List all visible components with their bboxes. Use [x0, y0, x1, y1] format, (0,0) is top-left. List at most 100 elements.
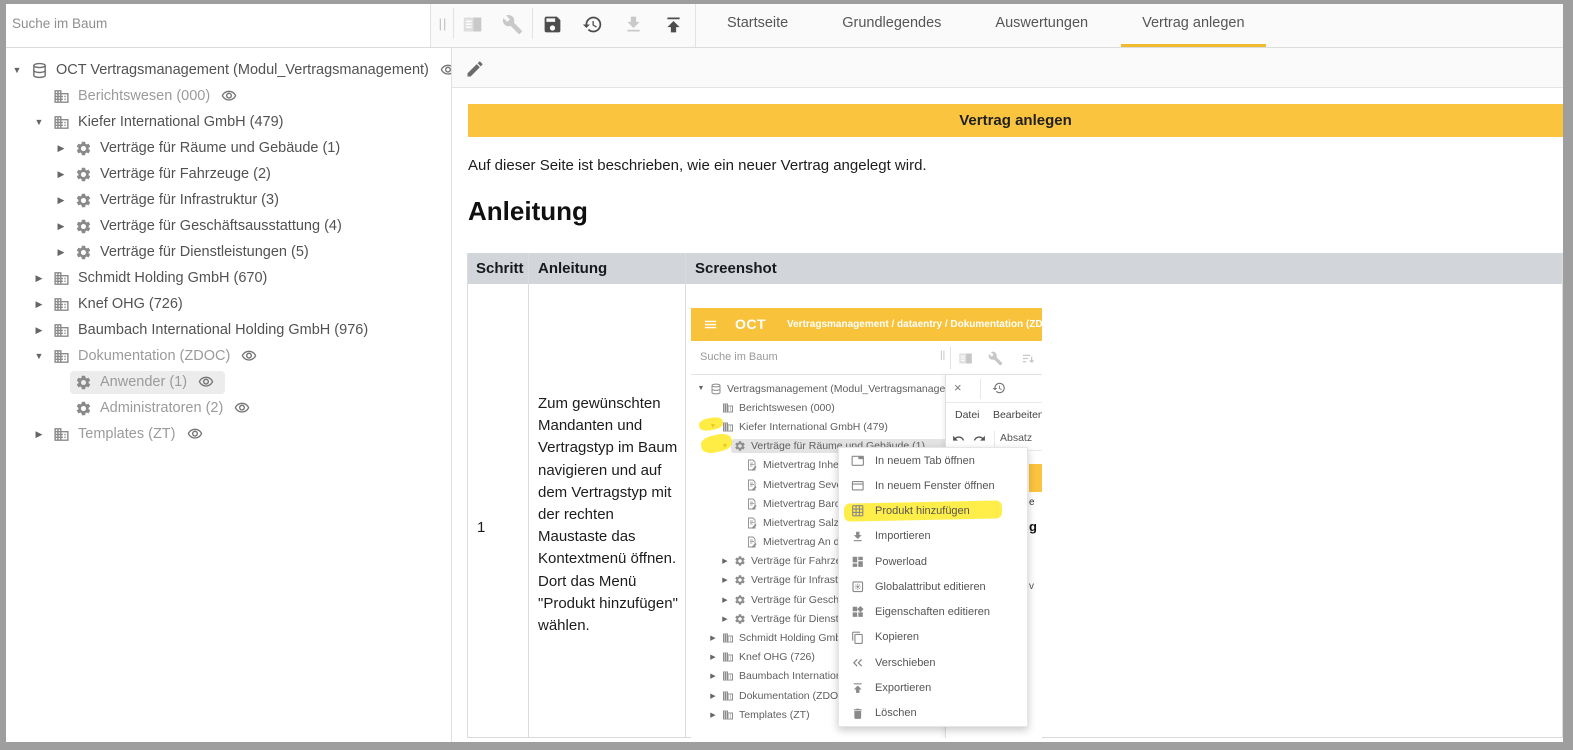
chevron-right-icon[interactable]: ▶ — [30, 325, 48, 336]
chevron-down-icon[interactable]: ▼ — [30, 117, 48, 127]
embed-app-header: OCT Vertragsmanagement / dataentry / Dok… — [691, 308, 1042, 341]
eye-icon[interactable] — [195, 374, 217, 390]
chevron-right-icon[interactable]: ▶ — [30, 429, 48, 440]
chevron-down-icon: ▼ — [695, 385, 707, 392]
sidebar-tree-item-oct-vertragsmanagement-modul-vertragsmanagement[interactable]: ▼OCT Vertragsmanagement (Modul_Vertragsm… — [0, 57, 451, 83]
embed-tree-item-content: Mietvertrag Salzs — [743, 516, 848, 530]
embed-context-menu-item-verschieben: Verschieben — [839, 650, 1027, 675]
building-icon — [50, 114, 72, 131]
chevron-right-icon[interactable]: ▶ — [52, 221, 70, 232]
edit-page-button[interactable] — [462, 56, 488, 82]
pencil-icon — [465, 59, 485, 79]
sidebar-tree-item-baumbach-international-holding-gmbh-976[interactable]: ▶Baumbach International Holding GmbH (97… — [0, 317, 451, 343]
embed-context-menu-item-importieren: Importieren — [839, 524, 1027, 549]
sidebar-tree-item-knef-ohg-726[interactable]: ▶ Knef OHG (726) — [0, 291, 451, 317]
sidebar-tree-item-verträge-für-dienstleistungen-5[interactable]: ▶ Verträge für Dienstleistungen (5) — [0, 239, 451, 265]
sidebar-tree-item-verträge-für-räume-und-gebäude-1[interactable]: ▶Verträge für Räume und Gebäude (1) — [0, 135, 451, 161]
hamburger-icon — [701, 317, 719, 332]
form-panel-button — [455, 7, 489, 41]
sidebar-tree-item-verträge-für-geschäftsausstattung-4[interactable]: ▶Verträge für Geschäftsausstattung (4) — [0, 213, 451, 239]
embed-context-menu-label: Verschieben — [875, 657, 936, 669]
sidebar-tree-item-administratoren-2[interactable]: Administratoren (2) — [0, 395, 451, 421]
toolbar-divider — [532, 8, 533, 39]
sidebar-tree-item-verträge-für-fahrzeuge-2[interactable]: ▶Verträge für Fahrzeuge (2) — [0, 161, 451, 187]
chevron-right-icon[interactable]: ▶ — [30, 273, 48, 284]
sidebar-tree-item-kiefer-international-gmbh-479[interactable]: ▼Kiefer International GmbH (479) — [0, 109, 451, 135]
eye-icon[interactable] — [231, 400, 253, 416]
tree-item-content: Templates (ZT) — [48, 423, 214, 446]
building-icon — [720, 402, 735, 414]
embed-tree-item-content: Vertragsmanagement (Modul_Vertragsmanage… — [707, 382, 945, 396]
gear-icon — [732, 555, 747, 567]
embed-text-fragment: g — [1029, 519, 1037, 534]
building-icon — [720, 670, 735, 682]
undo-icon — [952, 432, 965, 445]
building-icon — [50, 322, 72, 339]
tree-item-label: Knef OHG (726) — [78, 296, 183, 312]
embed-panel-divider — [994, 431, 995, 447]
embed-text-fragment: v — [1029, 581, 1034, 592]
eye-icon[interactable] — [437, 62, 452, 78]
embed-tree-item-label: Knef OHG (726) — [739, 651, 815, 663]
contract-icon — [744, 536, 759, 548]
gear-icon — [732, 574, 747, 586]
embed-text-fragment: e — [1029, 497, 1035, 508]
tree-item-label: Verträge für Dienstleistungen (5) — [100, 244, 309, 260]
sidebar-tree-item-dokumentation-zdoc[interactable]: ▼Dokumentation (ZDOC) — [0, 343, 451, 369]
embed-tree-item-berichtswesen-000: Berichtswesen (000) — [691, 398, 945, 417]
eye-icon[interactable] — [184, 426, 206, 442]
save-button[interactable] — [535, 7, 569, 41]
embed-menu-datei: Datei — [955, 409, 980, 421]
sidebar-tree-item-templates-zt[interactable]: ▶Templates (ZT) — [0, 421, 451, 447]
embedded-screenshot: OCT Vertragsmanagement / dataentry / Dok… — [691, 308, 1042, 738]
chevron-right-icon[interactable]: ▶ — [52, 247, 70, 258]
embed-context-menu: In neuem Tab öffnenIn neuem Fenster öffn… — [838, 447, 1028, 727]
upload-button[interactable] — [656, 7, 690, 41]
history-button[interactable] — [575, 7, 609, 41]
embed-context-menu-label: Importieren — [875, 530, 931, 542]
embed-body: ▼Vertragsmanagement (Modul_Vertragsmanag… — [691, 375, 1042, 738]
chevron-down-icon[interactable]: ▼ — [30, 351, 48, 361]
sidebar-tree-item-schmidt-holding-gmbh-670[interactable]: ▶Schmidt Holding GmbH (670) — [0, 265, 451, 291]
splitter-handle[interactable]: || — [434, 0, 452, 47]
chevron-right-icon[interactable]: ▶ — [52, 169, 70, 180]
form-panel-icon — [954, 347, 976, 369]
sidebar-tree-item-berichtswesen-000[interactable]: Berichtswesen (000) — [0, 83, 451, 109]
embed-splitter-handle: || — [940, 350, 945, 361]
table-border — [685, 253, 686, 738]
search-input[interactable] — [0, 0, 431, 47]
embed-tree-item-content: Kiefer International GmbH (479) — [719, 420, 892, 434]
embed-breadcrumb: Vertragsmanagement / dataentry / Dokumen… — [787, 319, 1042, 330]
building-icon — [50, 296, 72, 313]
chevron-right-icon: ▶ — [719, 615, 731, 623]
tab-vertrag-anlegen[interactable]: Vertrag anlegen — [1121, 0, 1265, 47]
sidebar-tree-item-verträge-für-infrastruktur-3[interactable]: ▶Verträge für Infrastruktur (3) — [0, 187, 451, 213]
eye-icon[interactable] — [238, 348, 260, 364]
toolbar-divider — [695, 4, 696, 47]
tab-startseite[interactable]: Startseite — [706, 0, 809, 47]
building-icon — [720, 709, 735, 721]
gear-icon — [72, 374, 94, 391]
eye-icon[interactable] — [218, 88, 240, 104]
contract-icon — [744, 517, 759, 529]
chevron-right-icon[interactable]: ▶ — [52, 143, 70, 154]
chevron-right-icon[interactable]: ▶ — [30, 299, 48, 310]
tree-item-content: OCT Vertragsmanagement (Modul_Vertragsma… — [26, 59, 452, 82]
contract-icon — [744, 479, 759, 491]
grid-icon — [850, 504, 865, 518]
embed-panel-titlebar: × — [946, 375, 1042, 403]
tab-grundlegendes[interactable]: Grundlegendes — [821, 0, 962, 47]
chevron-right-icon: ▶ — [707, 711, 719, 719]
tab-auswertungen[interactable]: Auswertungen — [974, 0, 1109, 47]
table-header-cell: Anleitung — [528, 253, 685, 284]
chevron-right-icon[interactable]: ▶ — [52, 195, 70, 206]
settings-box-icon — [850, 580, 865, 594]
embed-toolbar-divider — [950, 347, 951, 369]
embed-toolbar: Suche im Baum || — [691, 341, 1042, 375]
sidebar-tree-item-anwender-1[interactable]: Anwender (1) — [0, 369, 451, 395]
window-frame — [0, 0, 1573, 4]
window-icon — [850, 479, 865, 493]
embed-panel-divider — [980, 379, 981, 399]
chevron-down-icon[interactable]: ▼ — [8, 65, 26, 75]
table-header-row: Schritt Anleitung Screenshot — [467, 253, 1563, 284]
